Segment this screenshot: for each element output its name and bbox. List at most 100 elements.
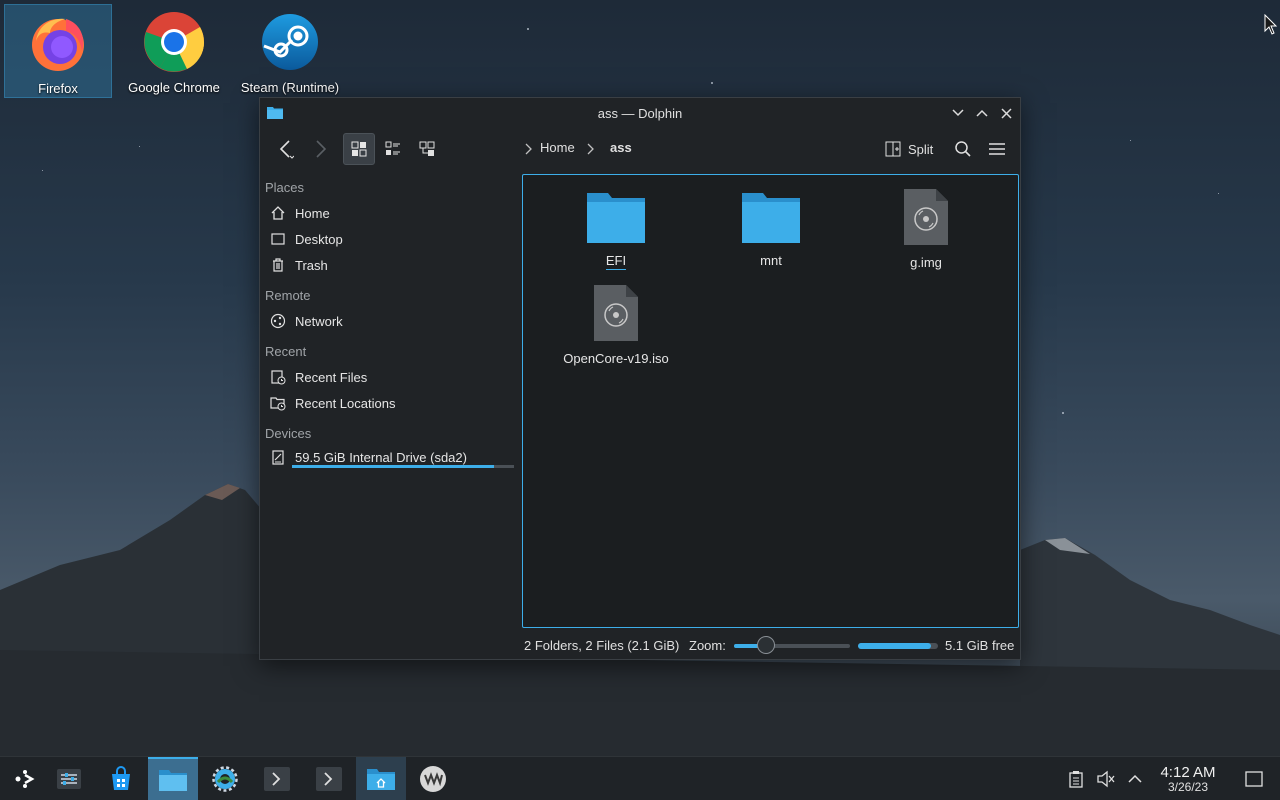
split-label: Split bbox=[908, 141, 934, 157]
home-icon bbox=[271, 206, 285, 220]
sidebar-item-label: Recent Files bbox=[295, 369, 368, 385]
dolphin-window: ass — Dolphin Home ass Split Places Home… bbox=[259, 97, 1021, 660]
system-settings-button[interactable] bbox=[200, 757, 250, 800]
status-bar: 2 Folders, 2 Files (2.1 GiB) Zoom: 5.1 G… bbox=[522, 632, 1020, 658]
clock-time[interactable]: 4:12 AM bbox=[1150, 764, 1226, 781]
zoom-slider-handle[interactable] bbox=[757, 636, 776, 654]
show-desktop-icon bbox=[1245, 771, 1263, 787]
minimize-button[interactable] bbox=[948, 103, 968, 123]
search-button[interactable] bbox=[947, 133, 979, 165]
terminal-icon bbox=[264, 767, 290, 791]
forward-button[interactable] bbox=[304, 133, 336, 165]
sidebar-item-label: Network bbox=[295, 313, 343, 329]
icons-view-icon bbox=[351, 141, 367, 157]
file-view[interactable]: EFI mnt g.img OpenCore-v19.iso bbox=[522, 174, 1019, 628]
star bbox=[1062, 412, 1064, 414]
window-title: ass — Dolphin bbox=[597, 105, 683, 121]
icons-view-button[interactable] bbox=[343, 133, 375, 165]
vm-app-button[interactable] bbox=[408, 757, 458, 800]
clock-date[interactable]: 3/26/23 bbox=[1150, 780, 1226, 794]
mouse-cursor-icon bbox=[1264, 14, 1278, 35]
section-heading-recent: Recent bbox=[265, 344, 307, 359]
file-item[interactable]: mnt bbox=[711, 189, 831, 268]
breadcrumb-home[interactable]: Home bbox=[540, 140, 575, 155]
drive-icon bbox=[272, 450, 284, 465]
toolbar: Home ass Split bbox=[260, 128, 1020, 170]
sidebar-item-trash[interactable]: Trash bbox=[265, 253, 515, 277]
file-name: g.img bbox=[910, 255, 942, 270]
terminal-button-2[interactable] bbox=[304, 757, 354, 800]
file-name: OpenCore-v19.iso bbox=[563, 351, 669, 366]
title-bar[interactable]: ass — Dolphin bbox=[260, 98, 1020, 128]
zoom-label: Zoom: bbox=[689, 638, 726, 653]
discover-store-button[interactable] bbox=[96, 757, 146, 800]
sidebar-item-recent-files[interactable]: Recent Files bbox=[265, 365, 515, 389]
settings-gear-icon bbox=[212, 766, 238, 792]
desktop-icon-label: Firefox bbox=[38, 81, 78, 96]
chevron-up-icon bbox=[976, 109, 988, 117]
chevron-up-icon bbox=[1128, 774, 1142, 783]
recent-locations-icon bbox=[270, 397, 286, 411]
breadcrumb-separator-icon bbox=[587, 143, 594, 155]
sidebar-item-recent-locations[interactable]: Recent Locations bbox=[265, 391, 515, 415]
breadcrumb-current[interactable]: ass bbox=[610, 140, 632, 155]
drive-usage-bar bbox=[292, 465, 514, 468]
compact-view-button[interactable] bbox=[377, 133, 409, 165]
desktop-icon-label: Google Chrome bbox=[128, 80, 220, 95]
steam-icon bbox=[262, 14, 318, 70]
clipboard-icon bbox=[1069, 771, 1083, 788]
menu-button[interactable] bbox=[981, 133, 1013, 165]
volume-tray-button[interactable] bbox=[1096, 769, 1116, 789]
split-button[interactable]: Split bbox=[884, 133, 944, 165]
close-icon bbox=[1000, 107, 1012, 119]
file-item[interactable]: OpenCore-v19.iso bbox=[556, 283, 676, 366]
clipboard-tray-button[interactable] bbox=[1066, 769, 1086, 789]
split-view-icon bbox=[885, 141, 901, 157]
desktop-icon-label: Steam (Runtime) bbox=[240, 80, 340, 95]
free-space-bar bbox=[858, 643, 938, 649]
network-icon bbox=[270, 313, 286, 329]
disk-image-file-icon bbox=[594, 285, 638, 341]
places-panel: Places Home Desktop Trash Remote Network… bbox=[260, 170, 522, 630]
details-view-button[interactable] bbox=[411, 133, 443, 165]
search-icon bbox=[955, 141, 971, 157]
back-button[interactable] bbox=[270, 133, 302, 165]
file-item[interactable]: g.img bbox=[866, 187, 986, 270]
file-item[interactable]: EFI bbox=[556, 189, 676, 270]
sidebar-item-network[interactable]: Network bbox=[265, 309, 515, 333]
star bbox=[1218, 193, 1219, 194]
drive-usage-fill bbox=[292, 465, 495, 468]
home-folder-button[interactable] bbox=[356, 757, 406, 800]
task-manager-button[interactable] bbox=[44, 757, 94, 800]
free-space-fill bbox=[858, 643, 931, 649]
sidebar-item-label: Recent Locations bbox=[295, 395, 396, 411]
disk-image-file-icon bbox=[904, 189, 948, 245]
show-hidden-icons-button[interactable] bbox=[1125, 769, 1145, 789]
sidebar-item-label: Home bbox=[295, 205, 330, 221]
free-space-text: 5.1 GiB free bbox=[945, 638, 1015, 653]
taskbar bbox=[0, 756, 1280, 800]
show-desktop-button[interactable] bbox=[1244, 769, 1264, 789]
application-launcher-button[interactable] bbox=[0, 757, 50, 800]
close-button[interactable] bbox=[996, 103, 1016, 123]
star bbox=[527, 28, 529, 30]
home-folder-icon bbox=[367, 769, 395, 790]
terminal-button-1[interactable] bbox=[252, 757, 302, 800]
star bbox=[139, 146, 140, 147]
trash-icon bbox=[273, 258, 283, 272]
sidebar-item-desktop[interactable]: Desktop bbox=[265, 227, 515, 251]
desktop-icon-chrome[interactable]: Google Chrome bbox=[120, 4, 228, 98]
status-summary: 2 Folders, 2 Files (2.1 GiB) bbox=[524, 638, 680, 653]
sidebar-item-label: Trash bbox=[295, 257, 328, 273]
zoom-slider[interactable] bbox=[734, 644, 850, 648]
terminal-icon bbox=[316, 767, 342, 791]
maximize-button[interactable] bbox=[972, 103, 992, 123]
forward-arrow-icon bbox=[316, 140, 327, 158]
details-view-icon bbox=[419, 141, 435, 156]
dolphin-taskbar-button[interactable] bbox=[148, 757, 198, 800]
desktop-icon-firefox[interactable]: Firefox bbox=[4, 4, 112, 98]
sidebar-item-home[interactable]: Home bbox=[265, 201, 515, 225]
star bbox=[711, 82, 713, 84]
desktop-icon-steam[interactable]: Steam (Runtime) bbox=[236, 4, 344, 98]
file-name: EFI bbox=[605, 253, 627, 270]
